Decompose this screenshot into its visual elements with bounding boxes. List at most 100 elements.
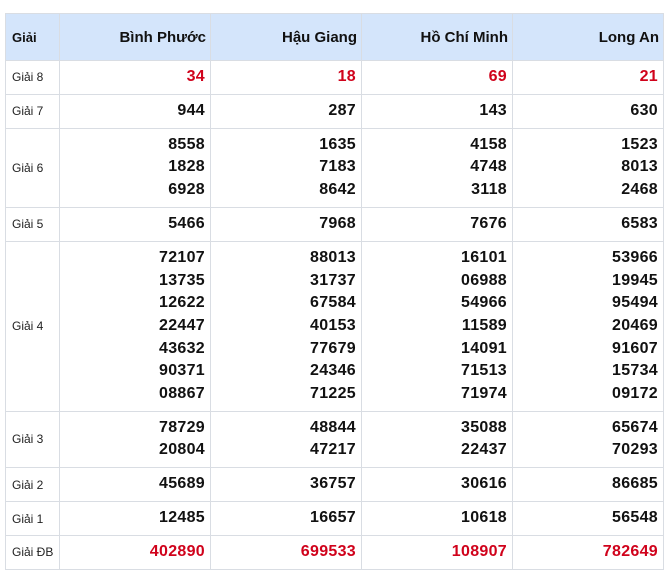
winning-number: 31737 [310, 271, 356, 289]
result-cell: 6583 [512, 206, 664, 242]
result-cell: 30616 [361, 467, 513, 503]
winning-number: 86685 [612, 475, 658, 493]
result-cell: 88013 31737 67584 40153 77679 24346 71225 [210, 240, 362, 412]
prize-row: Giải 3 78729 20804 48844 47217 35088 22437 6567… [5, 410, 664, 469]
result-cell: 1523 8013 2468 [512, 127, 664, 208]
result-cell: 7968 [210, 206, 362, 242]
prize-column-header: Giải [5, 13, 60, 61]
result-cell: 35088 22437 [361, 410, 513, 469]
winning-number: 56548 [612, 509, 658, 527]
province-header[interactable]: Bình Phước [59, 13, 211, 61]
winning-number: 4748 [470, 158, 507, 176]
result-cell: 944 [59, 93, 211, 129]
winning-number: 8013 [621, 158, 658, 176]
result-cell: 782649 [512, 535, 664, 570]
winning-number: 72107 [159, 248, 205, 266]
winning-number: 69 [488, 68, 507, 85]
winning-number: 944 [177, 101, 205, 119]
winning-number: 3118 [471, 181, 507, 199]
prize-label: Giải 5 [5, 206, 60, 242]
result-cell: 4158 4748 3118 [361, 127, 513, 208]
prize-row: Giải 7 944 287 143 630 [5, 93, 664, 129]
winning-number: 34 [186, 68, 205, 85]
winning-number: 16101 [461, 248, 507, 266]
prize-label: Giải 7 [5, 93, 60, 129]
winning-number: 53966 [612, 248, 658, 266]
winning-number: 95494 [612, 294, 658, 312]
winning-number: 45689 [159, 475, 205, 493]
winning-number: 287 [328, 101, 356, 119]
prize-label: Giải 1 [5, 501, 60, 537]
winning-number: 1828 [168, 158, 205, 176]
winning-number: 78729 [159, 418, 205, 436]
result-cell: 36757 [210, 467, 362, 503]
winning-number: 699533 [300, 543, 356, 561]
winning-number: 11589 [461, 316, 507, 334]
prize-label: Giải ĐB [5, 535, 60, 570]
prize-row: Giải 1 12485 16657 10618 56548 [5, 501, 664, 537]
winning-number: 12485 [159, 509, 205, 527]
result-cell: 21 [512, 60, 664, 95]
prize-label: Giải 3 [5, 410, 60, 469]
winning-number: 5466 [168, 214, 205, 232]
result-cell: 7676 [361, 206, 513, 242]
winning-number: 13735 [159, 271, 205, 289]
winning-number: 7183 [319, 158, 356, 176]
result-cell: 5466 [59, 206, 211, 242]
winning-number: 77679 [310, 339, 356, 357]
prize-label: Giải 8 [5, 60, 60, 95]
winning-number: 08867 [159, 385, 205, 403]
winning-number: 4158 [470, 135, 507, 153]
result-cell: 34 [59, 60, 211, 95]
winning-number: 71225 [310, 385, 356, 403]
winning-number: 1523 [621, 135, 658, 153]
result-cell: 65674 70293 [512, 410, 664, 469]
result-cell: 69 [361, 60, 513, 95]
winning-number: 40153 [310, 316, 356, 334]
winning-number: 1635 [319, 135, 356, 153]
winning-number: 20804 [159, 441, 205, 459]
province-header[interactable]: Hồ Chí Minh [361, 13, 513, 61]
winning-number: 108907 [451, 543, 507, 561]
winning-number: 8642 [319, 181, 356, 199]
winning-number: 24346 [310, 362, 356, 380]
prize-row: Giải 5 5466 7968 7676 6583 [5, 206, 664, 242]
winning-number: 8558 [168, 135, 205, 153]
winning-number: 48844 [310, 418, 356, 436]
winning-number: 21 [639, 68, 658, 85]
result-cell: 18 [210, 60, 362, 95]
result-cell: 16657 [210, 501, 362, 537]
winning-number: 402890 [149, 543, 205, 561]
result-cell: 8558 1828 6928 [59, 127, 211, 208]
winning-number: 71513 [461, 362, 507, 380]
prize-row: Giải 8 34 18 69 21 [5, 60, 664, 95]
winning-number: 88013 [310, 248, 356, 266]
winning-number: 47217 [310, 441, 356, 459]
winning-number: 35088 [461, 418, 507, 436]
result-cell: 53966 19945 95494 20469 91607 15734 09172 [512, 240, 664, 412]
result-cell: 45689 [59, 467, 211, 503]
winning-number: 7968 [319, 214, 356, 232]
winning-number: 22437 [461, 441, 507, 459]
province-header[interactable]: Hậu Giang [210, 13, 362, 61]
winning-number: 06988 [461, 271, 507, 289]
winning-number: 19945 [612, 271, 658, 289]
result-cell: 78729 20804 [59, 410, 211, 469]
result-cell: 86685 [512, 467, 664, 503]
results-table-container: Giải Bình Phước Hậu Giang Hồ Chí Minh Lo… [5, 13, 664, 570]
winning-number: 6583 [621, 214, 658, 232]
winning-number: 7676 [470, 214, 507, 232]
prize-label: Giải 6 [5, 127, 60, 208]
prize-row: Giải 6 8558 1828 6928 1635 7183 8642 4158 4748 31… [5, 127, 664, 208]
result-cell: 16101 06988 54966 11589 14091 71513 71974 [361, 240, 513, 412]
header-row: Giải Bình Phước Hậu Giang Hồ Chí Minh Lo… [5, 13, 664, 61]
winning-number: 90371 [159, 362, 205, 380]
result-cell: 12485 [59, 501, 211, 537]
winning-number: 18 [337, 68, 356, 85]
winning-number: 630 [630, 101, 658, 119]
prize-label: Giải 2 [5, 467, 60, 503]
result-cell: 630 [512, 93, 664, 129]
results-body: Giải 8 34 18 69 21 Giải 7 944 287 143 630 Giải 6 85… [5, 60, 664, 570]
winning-number: 143 [479, 101, 507, 119]
province-header[interactable]: Long An [512, 13, 664, 61]
